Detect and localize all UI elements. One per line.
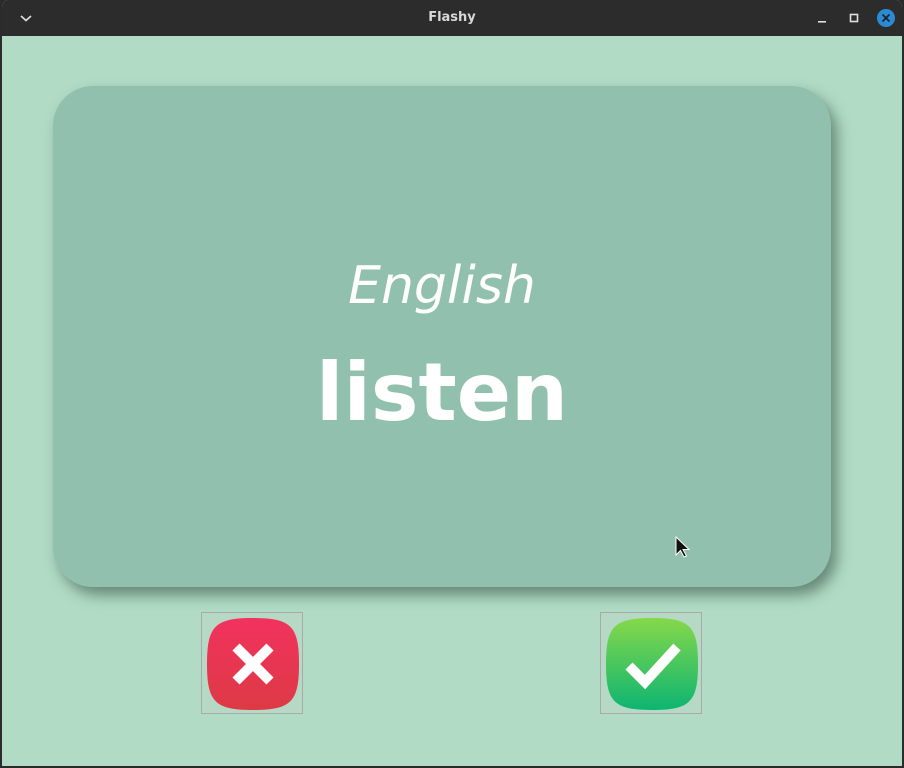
title-bar[interactable]: Flashy [2, 0, 902, 36]
minimize-button[interactable] [810, 6, 834, 30]
flash-card: English listen [53, 86, 831, 587]
mouse-cursor-icon [675, 536, 691, 558]
card-language: English [348, 256, 536, 316]
checkmark-icon [606, 618, 698, 710]
main-content: English listen [2, 36, 902, 766]
maximize-button[interactable] [842, 6, 866, 30]
unknown-button[interactable] [201, 612, 303, 714]
card-word: listen [316, 346, 568, 439]
window-title: Flashy [428, 10, 476, 25]
maximize-icon [849, 13, 859, 23]
cross-icon [207, 618, 299, 710]
known-button[interactable] [600, 612, 702, 714]
close-button[interactable] [874, 6, 898, 30]
minimize-icon [818, 21, 826, 23]
app-window: Flashy English listen [0, 0, 904, 768]
close-icon [877, 9, 895, 27]
